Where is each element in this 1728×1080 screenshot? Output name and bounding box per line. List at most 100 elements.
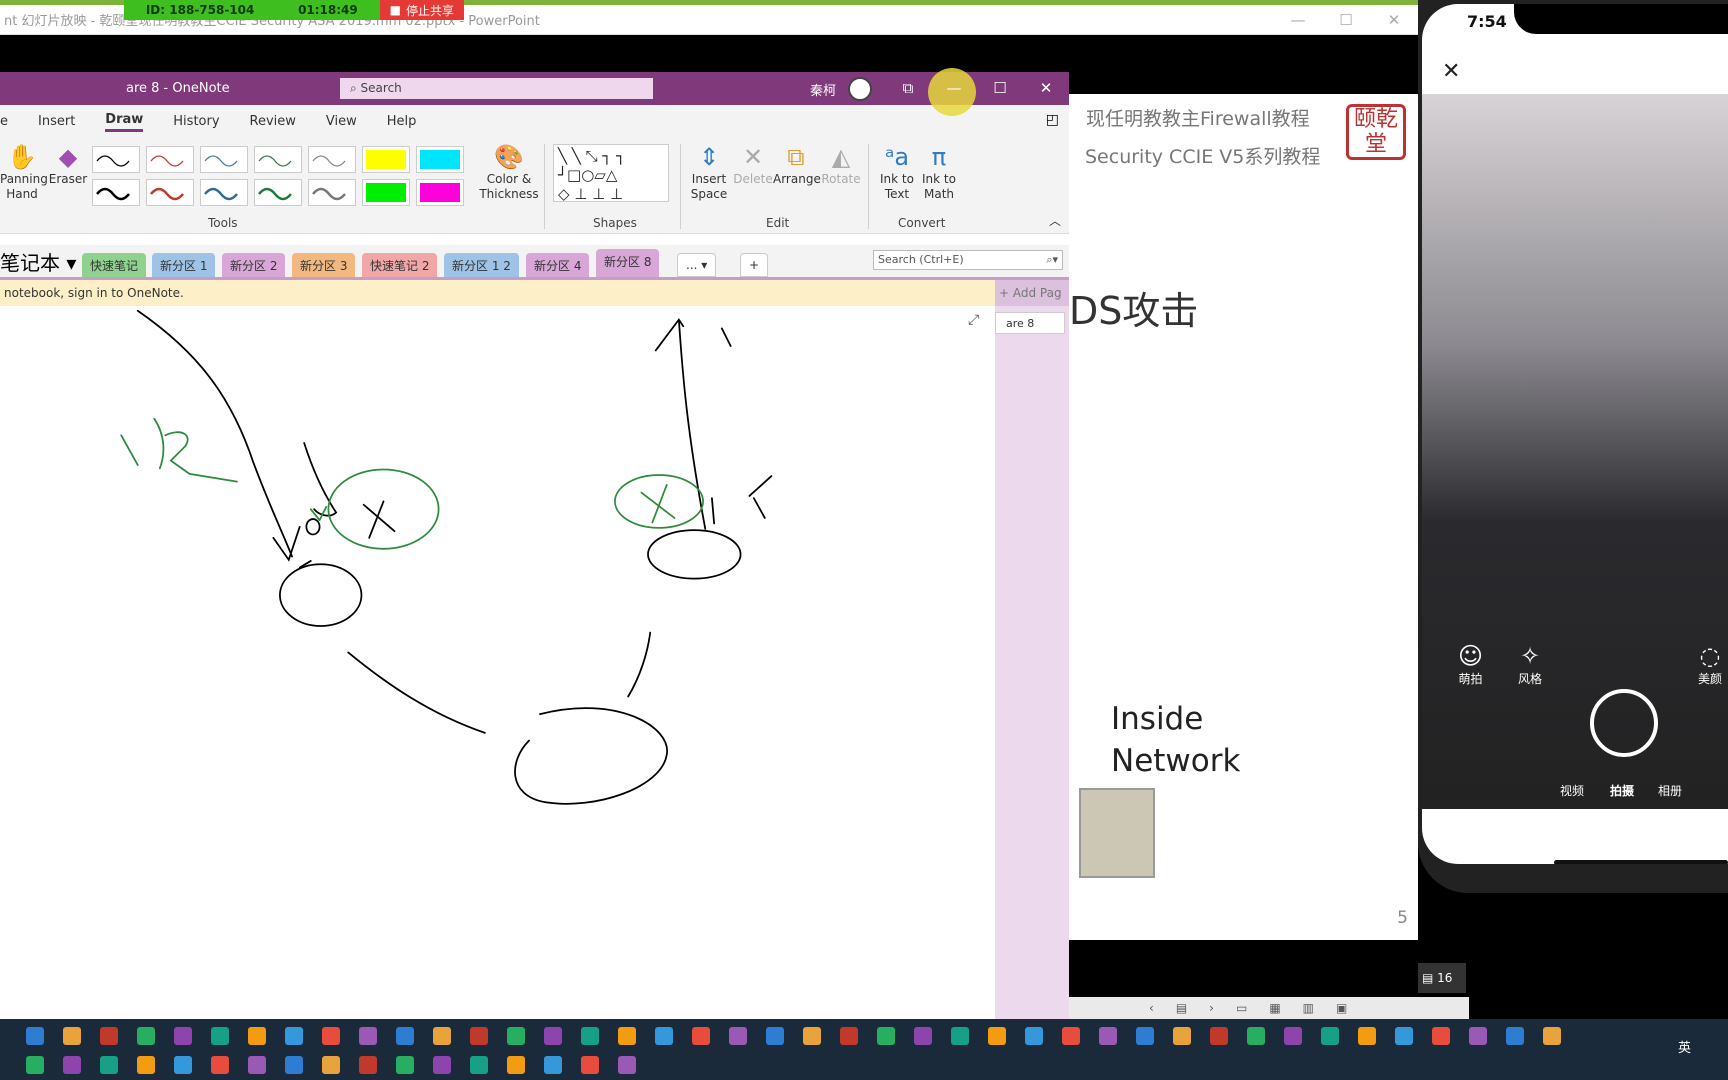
pen-swatch[interactable] <box>146 179 194 206</box>
slideshow-icon[interactable]: ▣ <box>1336 1001 1347 1015</box>
ink-to-math-button[interactable]: π Ink to Math <box>918 142 960 202</box>
section-tab[interactable]: 新分区 1 <box>152 253 216 277</box>
mode-style-label[interactable]: 风格 <box>1518 672 1542 686</box>
page-item[interactable]: are 8 <box>995 312 1065 334</box>
taskbar-app-icon[interactable] <box>433 1027 451 1045</box>
more-sections-button[interactable]: ... ▾ <box>677 253 717 277</box>
pen-swatch[interactable] <box>146 146 194 173</box>
taskbar-app-icon[interactable] <box>137 1056 155 1074</box>
taskbar-app-icon[interactable] <box>1173 1027 1191 1045</box>
taskbar-app-icon[interactable] <box>618 1056 636 1074</box>
maximize-button[interactable]: ☐ <box>977 72 1023 105</box>
taskbar-app-icon[interactable] <box>137 1027 155 1045</box>
section-tab[interactable]: 新分区 2 <box>222 253 286 277</box>
taskbar-app-icon[interactable] <box>100 1027 118 1045</box>
pen-swatch[interactable] <box>362 179 410 206</box>
section-tab[interactable]: 快速笔记 2 <box>362 253 438 277</box>
taskbar-app-icon[interactable] <box>1432 1027 1450 1045</box>
taskbar-app-icon[interactable] <box>285 1056 303 1074</box>
taskbar-app-icon[interactable] <box>174 1027 192 1045</box>
section-tab[interactable]: 新分区 4 <box>526 253 590 277</box>
taskbar-app-icon[interactable] <box>988 1027 1006 1045</box>
prev-slide-icon[interactable]: ‹ <box>1149 1001 1154 1015</box>
taskbar-app-icon[interactable] <box>470 1056 488 1074</box>
taskbar-app-icon[interactable] <box>655 1027 673 1045</box>
comments-badge[interactable]: ▤ 16 <box>1418 963 1466 993</box>
sticky-note-icon[interactable]: ◰ <box>1046 112 1059 128</box>
pen-swatch[interactable] <box>200 146 248 173</box>
stop-share-button[interactable]: ■ 停止共享 <box>379 0 464 20</box>
ppt-minimize-button[interactable]: — <box>1274 5 1322 35</box>
minimize-button[interactable]: — <box>931 72 977 105</box>
ppt-maximize-button[interactable]: ☐ <box>1322 5 1370 35</box>
collapse-ribbon-icon[interactable]: ︿ <box>1049 212 1061 229</box>
tab-draw[interactable]: Draw <box>105 112 144 132</box>
taskbar-app-icon[interactable] <box>877 1027 895 1045</box>
add-page-button[interactable]: + Add Pag <box>995 280 1069 306</box>
taskbar-app-icon[interactable] <box>507 1056 525 1074</box>
slide-menu-icon[interactable]: ▤ <box>1176 1001 1187 1015</box>
arrange-button[interactable]: ⧉ Arrange <box>773 142 821 187</box>
album-tab[interactable]: 相册 <box>1658 782 1682 799</box>
ink-to-text-button[interactable]: ᵃa Ink to Text <box>876 142 918 202</box>
notebook-search[interactable]: Search (Ctrl+E) ⌕▾ <box>873 250 1063 270</box>
taskbar-app-icon[interactable] <box>1469 1027 1487 1045</box>
taskbar-app-icon[interactable] <box>729 1027 747 1045</box>
taskbar-app-icon[interactable] <box>1395 1027 1413 1045</box>
taskbar-app-icon[interactable] <box>766 1027 784 1045</box>
taskbar-app-icon[interactable] <box>1284 1027 1302 1045</box>
pen-swatch[interactable] <box>200 179 248 206</box>
pen-swatch[interactable] <box>416 179 464 206</box>
taskbar-app-icon[interactable] <box>248 1056 266 1074</box>
taskbar-app-icon[interactable] <box>1321 1027 1339 1045</box>
taskbar-app-icon[interactable] <box>914 1027 932 1045</box>
rotate-button[interactable]: ◭ Rotate <box>820 142 862 187</box>
pen-swatch[interactable] <box>416 146 464 173</box>
taskbar-app-icon[interactable] <box>26 1027 44 1045</box>
tab-history[interactable]: History <box>173 114 219 129</box>
taskbar-app-icon[interactable] <box>692 1027 710 1045</box>
user-name[interactable]: 秦柯 <box>810 80 836 99</box>
taskbar-app-icon[interactable] <box>544 1056 562 1074</box>
notebook-picker[interactable]: 笔记本 ▾ <box>0 247 76 276</box>
section-tab[interactable]: 新分区 1 2 <box>444 253 519 277</box>
taskbar-app-icon[interactable] <box>1136 1027 1154 1045</box>
taskbar-app-icon[interactable] <box>1247 1027 1265 1045</box>
pen-swatch[interactable] <box>92 146 140 173</box>
taskbar-app-icon[interactable] <box>544 1027 562 1045</box>
taskbar-app-icon[interactable] <box>396 1056 414 1074</box>
taskbar-app-icon[interactable] <box>396 1027 414 1045</box>
taskbar-app-icon[interactable] <box>285 1027 303 1045</box>
taskbar-app-icon[interactable] <box>1506 1027 1524 1045</box>
taskbar-app-icon[interactable] <box>1099 1027 1117 1045</box>
mode-beauty[interactable]: ◌ 美颜 <box>1698 642 1722 687</box>
pen-swatch[interactable] <box>308 179 356 206</box>
taskbar-app-icon[interactable] <box>581 1027 599 1045</box>
video-tab[interactable]: 视频 <box>1560 782 1584 799</box>
tab-home[interactable]: e <box>0 114 8 129</box>
taskbar-app-icon[interactable] <box>26 1056 44 1074</box>
normal-view-icon[interactable]: ▭ <box>1236 1001 1247 1015</box>
taskbar-app-icon[interactable] <box>174 1056 192 1074</box>
taskbar-app-icon[interactable] <box>1358 1027 1376 1045</box>
expand-icon[interactable]: ⤢ <box>968 312 979 328</box>
pen-swatch[interactable] <box>362 146 410 173</box>
taskbar-app-icon[interactable] <box>951 1027 969 1045</box>
insert-space-button[interactable]: ⇕ Insert Space <box>688 142 730 202</box>
taskbar-app-icon[interactable] <box>507 1027 525 1045</box>
taskbar-app-icon[interactable] <box>1062 1027 1080 1045</box>
shutter-button[interactable] <box>1590 689 1658 757</box>
shapes-gallery[interactable]: ╲ ╲ ⤡ ┐ ┐ ┘□○▱△ ◇ ⊥ ⊥ ⊥ <box>553 144 669 203</box>
ppt-close-button[interactable]: ✕ <box>1370 5 1418 35</box>
add-section-button[interactable]: + <box>740 253 769 277</box>
tab-review[interactable]: Review <box>250 114 296 129</box>
taskbar-app-icon[interactable] <box>581 1056 599 1074</box>
taskbar-app-icon[interactable] <box>803 1027 821 1045</box>
restore-button[interactable]: ⧉ <box>885 72 931 105</box>
avatar[interactable] <box>848 77 872 101</box>
taskbar-app-icon[interactable] <box>63 1027 81 1045</box>
taskbar-app-icon[interactable] <box>211 1027 229 1045</box>
mode-cute[interactable]: ☺ 萌拍 <box>1458 642 1483 687</box>
taskbar-app-icon[interactable] <box>100 1056 118 1074</box>
section-tab[interactable]: 快速笔记 <box>82 253 147 277</box>
